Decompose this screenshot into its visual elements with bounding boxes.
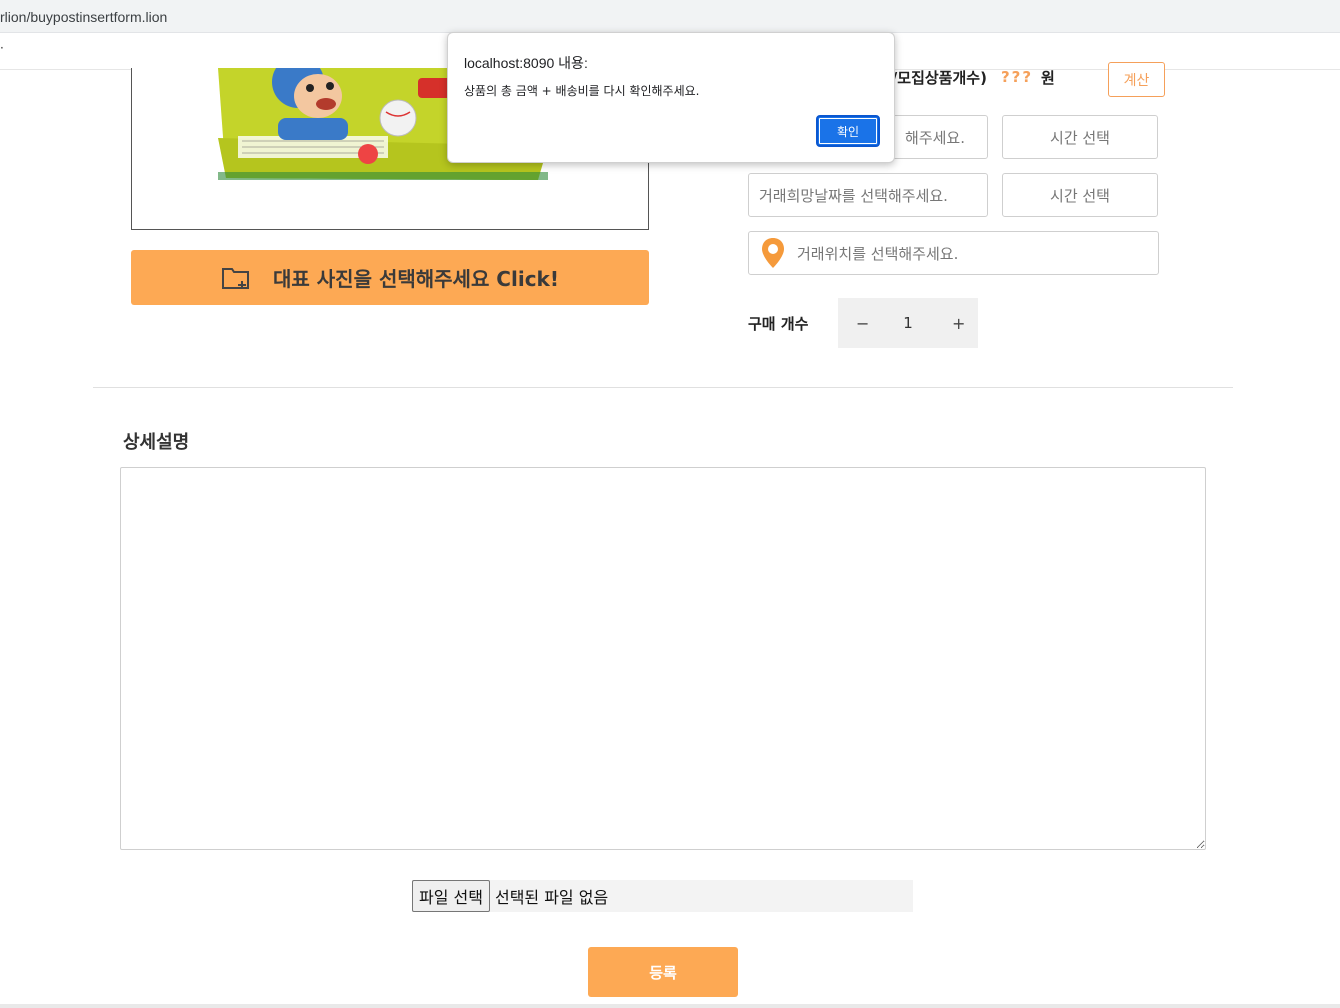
- dialog-message: 상품의 총 금액 + 배송비를 다시 확인해주세요.: [464, 84, 700, 98]
- section-divider: [93, 387, 1233, 388]
- quantity-decrease-button[interactable]: −: [850, 313, 870, 334]
- quantity-increase-button[interactable]: +: [946, 313, 966, 334]
- price-value: ???: [1000, 68, 1034, 86]
- dialog-ok-button[interactable]: 확인: [816, 115, 880, 147]
- trade-date-placeholder-1: 해주세요.: [905, 128, 965, 147]
- file-status: 선택된 파일 없음: [494, 888, 609, 907]
- select-main-photo-label: 대표 사진을 선택해주세요 Click!: [273, 267, 559, 291]
- time-select-button-1[interactable]: 시간 선택: [1002, 115, 1158, 159]
- trade-date-placeholder-2: 거래희망날짜를 선택해주세요.: [759, 186, 948, 205]
- detail-title: 상세설명: [123, 432, 190, 453]
- url-text: rlion/buypostinsertform.lion: [0, 9, 168, 25]
- quantity-value: 1: [903, 314, 913, 332]
- calculate-button[interactable]: 계산: [1108, 62, 1165, 97]
- bottom-scroll-strip: [0, 1004, 1340, 1008]
- time-select-button-2[interactable]: 시간 선택: [1002, 173, 1158, 217]
- address-bar[interactable]: rlion/buypostinsertform.lion: [0, 0, 1340, 33]
- dialog-title: localhost:8090 내용:: [464, 55, 588, 71]
- detail-textarea[interactable]: [120, 467, 1206, 850]
- time-select-label-1: 시간 선택: [1050, 128, 1110, 147]
- price-unit: 원: [1041, 68, 1055, 87]
- header-mark: ·: [0, 41, 4, 55]
- select-main-photo-button[interactable]: 대표 사진을 선택해주세요 Click!: [131, 250, 649, 305]
- quantity-label: 구매 개수: [748, 315, 809, 333]
- trade-date-field-2[interactable]: 거래희망날짜를 선택해주세요.: [748, 173, 988, 217]
- file-select-button[interactable]: 파일 선택: [412, 880, 490, 912]
- location-pin-icon: [762, 238, 784, 268]
- submit-button[interactable]: 등록: [588, 947, 738, 997]
- trade-location-field[interactable]: 거래위치를 선택해주세요.: [748, 231, 1159, 275]
- folder-add-icon: [222, 267, 250, 289]
- time-select-label-2: 시간 선택: [1050, 186, 1110, 205]
- alert-dialog: localhost:8090 내용: 상품의 총 금액 + 배송비를 다시 확인…: [447, 32, 895, 163]
- quantity-stepper: − 1 +: [838, 298, 978, 348]
- file-input[interactable]: 파일 선택 선택된 파일 없음: [412, 880, 913, 912]
- trade-location-placeholder: 거래위치를 선택해주세요.: [797, 244, 959, 263]
